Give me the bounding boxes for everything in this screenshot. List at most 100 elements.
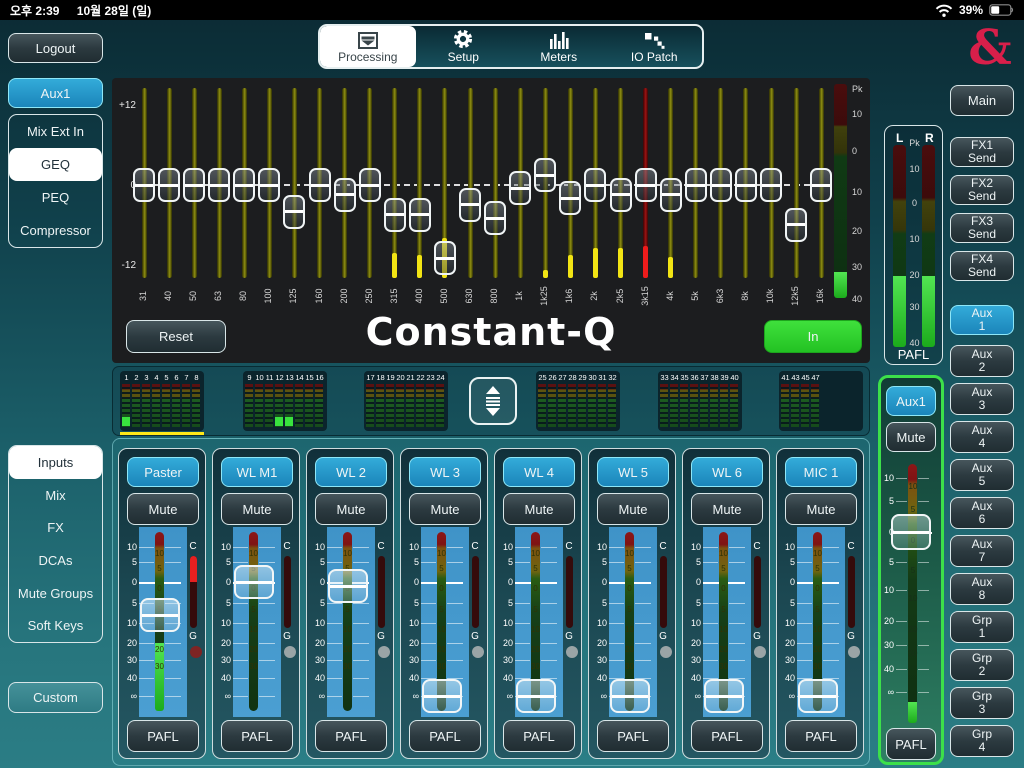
meter-overview-group[interactable]: 41434547 (779, 371, 863, 431)
mix-select-fx2-send[interactable]: FX2 Send (950, 175, 1014, 205)
mix-select-aux-4[interactable]: Aux4 (950, 421, 1014, 453)
mix-select-aux-7[interactable]: Aux7 (950, 535, 1014, 567)
mix-select-aux-6[interactable]: Aux6 (950, 497, 1014, 529)
geq-band-fader-200[interactable] (334, 178, 356, 212)
channel-fader-knob[interactable] (610, 679, 650, 713)
menu-item-dcas[interactable]: DCAs (9, 544, 102, 577)
menu-item-mix-ext-in[interactable]: Mix Ext In (9, 115, 102, 148)
mix-select-aux-1[interactable]: Aux1 (950, 305, 1014, 335)
channel-fader-knob[interactable] (140, 598, 180, 632)
channel-fader-knob[interactable] (704, 679, 744, 713)
menu-item-mix[interactable]: Mix (9, 479, 102, 512)
geq-band-fader-5k[interactable] (685, 168, 707, 202)
menu-item-mute-groups[interactable]: Mute Groups (9, 577, 102, 610)
geq-band-fader-63[interactable] (208, 168, 230, 202)
mix-select-aux-8[interactable]: Aux8 (950, 573, 1014, 605)
geq-band-fader-400[interactable] (409, 198, 431, 232)
geq-band-fader-40[interactable] (158, 168, 180, 202)
pafl-button[interactable]: PAFL (127, 720, 199, 752)
geq-band-fader-50[interactable] (183, 168, 205, 202)
selected-mix-button[interactable]: Aux1 (8, 78, 103, 108)
channel-name-button[interactable]: WL 5 (597, 457, 669, 487)
mute-button[interactable]: Mute (691, 493, 763, 525)
mute-button[interactable]: Mute (503, 493, 575, 525)
master-mute-button[interactable]: Mute (886, 422, 936, 452)
mute-button[interactable]: Mute (127, 493, 199, 525)
geq-band-fader-80[interactable] (233, 168, 255, 202)
channel-fader-knob[interactable] (422, 679, 462, 713)
meter-overview-group[interactable]: 910111213141516 (243, 371, 327, 431)
meter-overview-group[interactable]: 2526272829303132 (536, 371, 620, 431)
mute-button[interactable]: Mute (597, 493, 669, 525)
mute-button[interactable]: Mute (221, 493, 293, 525)
meter-overview-group[interactable]: 3334353637383940 (658, 371, 742, 431)
mix-select-aux-5[interactable]: Aux5 (950, 459, 1014, 491)
menu-item-soft-keys[interactable]: Soft Keys (9, 609, 102, 642)
geq-band-fader-500[interactable] (434, 241, 456, 275)
geq-band-fader-2k5[interactable] (610, 178, 632, 212)
mute-button[interactable]: Mute (409, 493, 481, 525)
mix-select-main[interactable]: Main (950, 85, 1014, 116)
geq-band-fader-2k[interactable] (584, 168, 606, 202)
pafl-button[interactable]: PAFL (315, 720, 387, 752)
tab-setup[interactable]: Setup (416, 26, 512, 67)
channel-fader-knob[interactable] (328, 569, 368, 603)
geq-band-fader-10k[interactable] (760, 168, 782, 202)
geq-band-fader-100[interactable] (258, 168, 280, 202)
menu-item-fx[interactable]: FX (9, 511, 102, 544)
geq-band-fader-1k6[interactable] (559, 181, 581, 215)
menu-item-geq[interactable]: GEQ (9, 148, 102, 181)
geq-band-fader-1k25[interactable] (534, 158, 556, 192)
pafl-button[interactable]: PAFL (221, 720, 293, 752)
channel-fader-knob[interactable] (798, 679, 838, 713)
geq-band-fader-160[interactable] (309, 168, 331, 202)
geq-band-fader-31[interactable] (133, 168, 155, 202)
geq-band-fader-3k15[interactable] (635, 168, 657, 202)
mix-select-fx3-send[interactable]: FX3 Send (950, 213, 1014, 243)
channel-name-button[interactable]: Paster (127, 457, 199, 487)
mute-button[interactable]: Mute (315, 493, 387, 525)
pafl-button[interactable]: PAFL (597, 720, 669, 752)
meter-overview-group[interactable]: 12345678 (120, 371, 204, 431)
mute-button[interactable]: Mute (785, 493, 857, 525)
mix-select-aux-2[interactable]: Aux2 (950, 345, 1014, 377)
master-name-button[interactable]: Aux1 (886, 386, 936, 416)
logout-button[interactable]: Logout (8, 33, 103, 63)
geq-band-fader-8k[interactable] (735, 168, 757, 202)
channel-name-button[interactable]: WL 2 (315, 457, 387, 487)
channel-name-button[interactable]: WL 3 (409, 457, 481, 487)
geq-band-fader-12k5[interactable] (785, 208, 807, 242)
channel-name-button[interactable]: WL M1 (221, 457, 293, 487)
geq-band-fader-1k[interactable] (509, 171, 531, 205)
mix-select-aux-3[interactable]: Aux3 (950, 383, 1014, 415)
channel-name-button[interactable]: WL 4 (503, 457, 575, 487)
mix-select-grp-4[interactable]: Grp4 (950, 725, 1014, 757)
custom-button[interactable]: Custom (8, 682, 103, 713)
pafl-button[interactable]: PAFL (409, 720, 481, 752)
geq-band-fader-4k[interactable] (660, 178, 682, 212)
master-fader-knob[interactable] (891, 514, 931, 550)
geq-band-fader-250[interactable] (359, 168, 381, 202)
pafl-button[interactable]: PAFL (691, 720, 763, 752)
pafl-button[interactable]: PAFL (503, 720, 575, 752)
tab-processing[interactable]: Processing (320, 26, 416, 67)
channel-fader-knob[interactable] (234, 565, 274, 599)
geq-band-fader-800[interactable] (484, 201, 506, 235)
channel-name-button[interactable]: MIC 1 (785, 457, 857, 487)
pafl-button[interactable]: PAFL (785, 720, 857, 752)
tab-io-patch[interactable]: IO Patch (607, 26, 703, 67)
fader-bank-nav-button[interactable] (469, 377, 517, 425)
menu-item-compressor[interactable]: Compressor (9, 214, 102, 247)
tab-meters[interactable]: Meters (511, 26, 607, 67)
menu-item-inputs[interactable]: Inputs (9, 446, 102, 479)
mix-select-fx4-send[interactable]: FX4 Send (950, 251, 1014, 281)
mix-select-fx1-send[interactable]: FX1 Send (950, 137, 1014, 167)
master-pafl-button[interactable]: PAFL (886, 728, 936, 760)
geq-band-fader-630[interactable] (459, 188, 481, 222)
geq-in-button[interactable]: In (764, 320, 862, 353)
mix-select-grp-3[interactable]: Grp3 (950, 687, 1014, 719)
geq-band-fader-125[interactable] (283, 195, 305, 229)
meter-overview-group[interactable]: 1718192021222324 (364, 371, 448, 431)
geq-band-fader-315[interactable] (384, 198, 406, 232)
geq-band-fader-6k3[interactable] (710, 168, 732, 202)
